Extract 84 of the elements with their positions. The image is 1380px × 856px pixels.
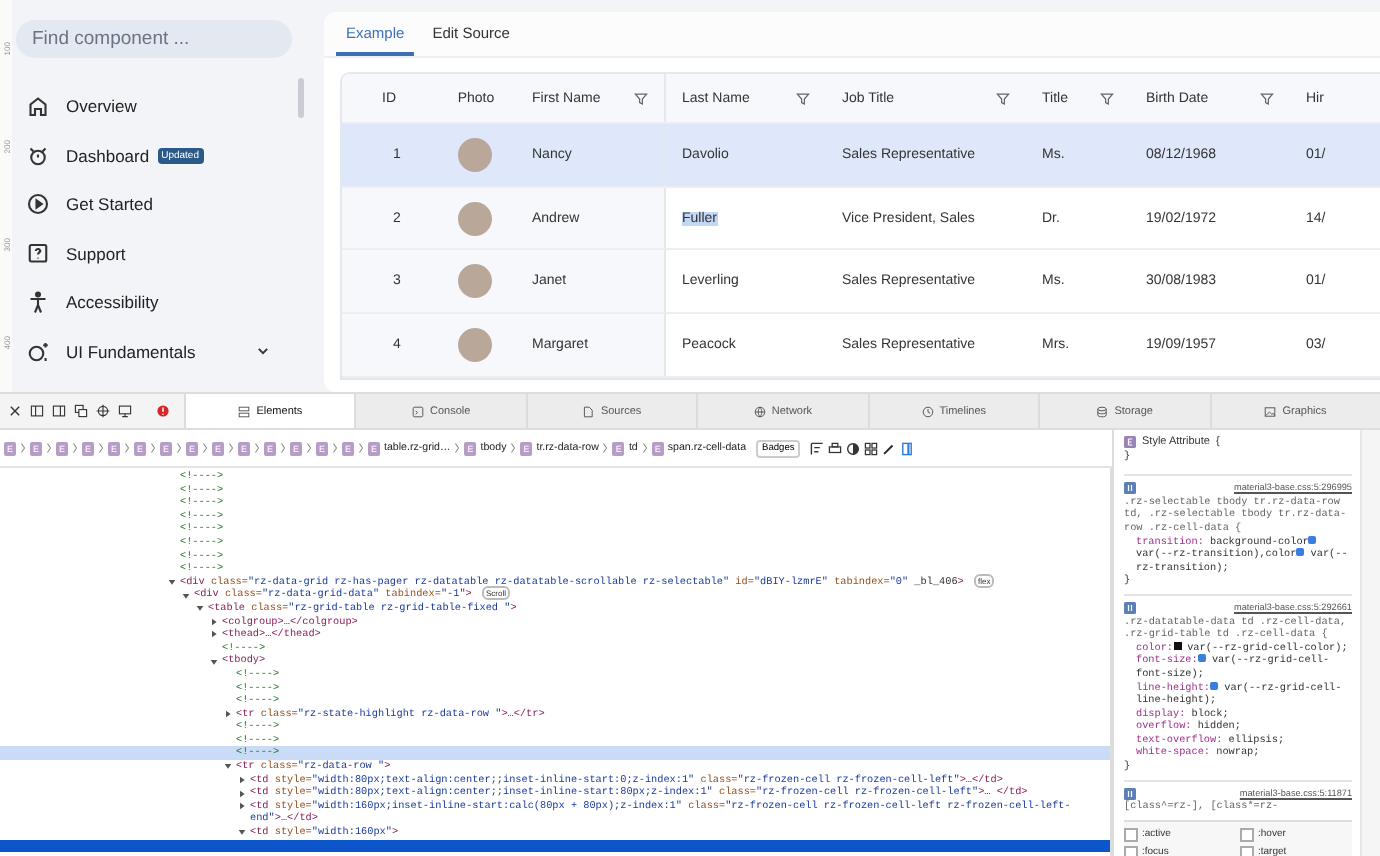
stylesheet-icon	[1124, 482, 1136, 495]
chevron-icon	[46, 442, 52, 454]
home-icon	[26, 94, 50, 118]
filter-icon[interactable]	[796, 91, 810, 105]
chevron-icon	[228, 442, 234, 454]
chevron-icon	[254, 442, 260, 454]
nav-label: UI Fundamentals	[66, 341, 196, 362]
disclosure-triangle-icon[interactable]	[238, 789, 246, 798]
alarm-clock-icon	[26, 143, 50, 168]
layout-icon[interactable]	[810, 441, 825, 455]
disclosure-triangle-icon[interactable]	[238, 775, 246, 784]
chevron-icon[interactable]	[256, 344, 270, 359]
chevron-icon	[602, 442, 609, 454]
disclosure-triangle-icon[interactable]	[238, 828, 246, 837]
sidebar-toggle-icon[interactable]	[900, 441, 915, 455]
disclosure-triangle-icon[interactable]	[210, 657, 218, 666]
scrollbar[interactable]	[298, 78, 304, 118]
photo-placeholder	[458, 201, 492, 236]
grid-icon[interactable]	[864, 441, 879, 455]
document-icon	[582, 405, 595, 417]
globe-icon	[753, 405, 766, 417]
chevron-icon	[358, 442, 364, 454]
person-icon	[26, 290, 50, 315]
filter-icon[interactable]	[1260, 91, 1274, 105]
clock-icon	[921, 405, 934, 417]
stylesheet-icon	[1124, 787, 1136, 800]
pencil-icon[interactable]	[882, 441, 897, 455]
nav-label: Accessibility	[66, 292, 159, 313]
image-icon	[1264, 405, 1277, 417]
chevron-icon	[332, 442, 338, 454]
disclosure-triangle-icon[interactable]	[238, 802, 246, 811]
photo-placeholder	[458, 137, 492, 172]
chevron-icon	[454, 442, 461, 454]
filter-icon[interactable]	[634, 91, 648, 105]
chevron-icon	[510, 442, 517, 454]
disclosure-triangle-icon[interactable]	[210, 617, 218, 626]
nav-item[interactable]: UI Fundamentals	[16, 335, 304, 368]
scrollbar[interactable]	[1360, 430, 1380, 856]
disclosure-triangle-icon[interactable]	[224, 762, 232, 771]
nav-label: Get Started	[66, 194, 153, 215]
nav-label: Support	[66, 243, 126, 264]
print-icon[interactable]	[828, 441, 843, 455]
photo-placeholder	[458, 264, 492, 299]
windows-icon[interactable]	[74, 404, 88, 418]
nav-item[interactable]: Overview	[16, 90, 304, 122]
photo-placeholder	[458, 327, 492, 362]
chevron-icon	[98, 442, 104, 454]
nav-item[interactable]: Get Started	[16, 188, 304, 221]
crosshair-icon[interactable]	[96, 404, 110, 418]
filter-icon[interactable]	[996, 91, 1010, 105]
dock-left-icon[interactable]	[30, 404, 44, 418]
disclosure-triangle-icon[interactable]	[182, 591, 190, 600]
chevron-icon	[20, 442, 26, 454]
filter-icon[interactable]	[1100, 91, 1114, 105]
element-icon	[1124, 436, 1136, 449]
chevron-icon	[280, 442, 286, 454]
chevron-icon	[641, 442, 648, 454]
database-icon	[1096, 405, 1109, 417]
question-box-icon	[26, 241, 50, 266]
chevron-icon	[72, 442, 78, 454]
disclosure-triangle-icon[interactable]	[168, 578, 176, 587]
chevron-icon	[202, 442, 208, 454]
sparkle-icon	[26, 339, 50, 364]
dock-right-icon[interactable]	[52, 404, 66, 418]
nav-label: Dashboard	[66, 145, 150, 166]
play-circle-icon	[26, 192, 50, 217]
error-icon[interactable]	[156, 404, 170, 418]
search-field[interactable]: Find component ...	[16, 20, 292, 58]
nav-item[interactable]: Support	[16, 237, 304, 270]
nav-item[interactable]: Accessibility	[16, 286, 304, 319]
stylesheet-icon	[1124, 602, 1136, 615]
chevron-icon	[150, 442, 156, 454]
close-icon[interactable]	[8, 404, 22, 418]
contrast-icon[interactable]	[846, 441, 861, 455]
chevron-icon	[306, 442, 312, 454]
layout-icon	[238, 405, 251, 417]
chevron-icon	[176, 442, 182, 454]
monitor-icon[interactable]	[118, 404, 132, 418]
chevron-icon	[124, 442, 130, 454]
console-icon	[412, 405, 425, 417]
disclosure-triangle-icon[interactable]	[210, 630, 218, 639]
disclosure-triangle-icon[interactable]	[224, 709, 232, 718]
disclosure-triangle-icon[interactable]	[196, 604, 204, 613]
nav-label: Overview	[66, 96, 137, 116]
